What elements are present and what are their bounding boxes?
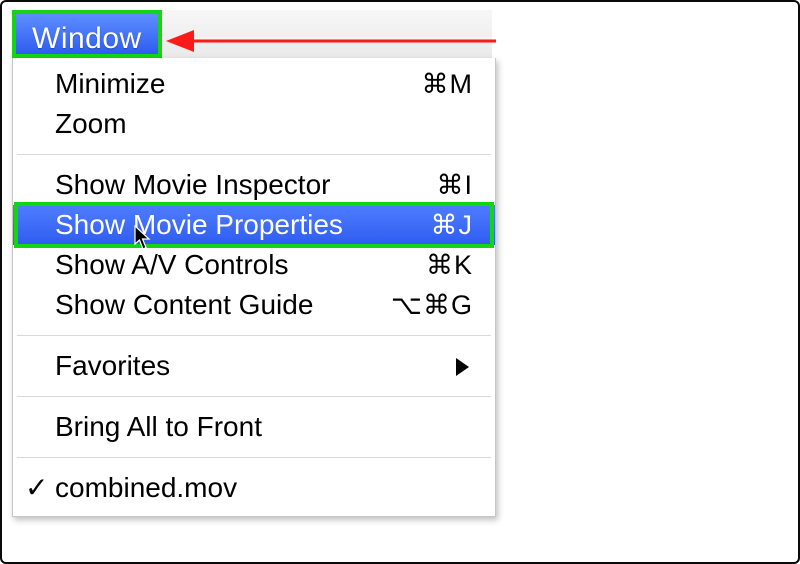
menu-item-label: Minimize [55,68,165,99]
checkmark-icon: ✓ [25,468,48,508]
menu-item-favorites[interactable]: Favorites [13,346,495,386]
menu-item-label: Bring All to Front [55,411,262,442]
menu-item-show-properties[interactable]: Show Movie Properties ⌘J [13,205,495,245]
menu-item-shortcut: ⌘M [422,64,474,104]
menu-item-show-inspector[interactable]: Show Movie Inspector ⌘I [13,165,495,205]
menu-title-label: Window [32,22,142,56]
menu-title-window[interactable]: Window [12,10,162,58]
menu-item-label: Show A/V Controls [55,249,288,280]
menu-item-label: Show Movie Inspector [55,169,330,200]
menu-separator [17,335,491,336]
menu-item-label: Show Movie Properties [55,209,343,240]
menu-item-label: Zoom [55,108,127,139]
menu-separator [17,457,491,458]
menu-item-zoom[interactable]: Zoom [13,104,495,144]
menu-item-show-av-controls[interactable]: Show A/V Controls ⌘K [13,245,495,285]
menu-item-minimize[interactable]: Minimize ⌘M [13,64,495,104]
window-menu-dropdown: Minimize ⌘M Zoom Show Movie Inspector ⌘I… [12,58,496,517]
menu-item-shortcut: ⌘K [426,245,473,285]
menu-item-label: Show Content Guide [55,289,313,320]
menu-item-window-combined-mov[interactable]: ✓ combined.mov [13,468,495,508]
menu-item-show-content-guide[interactable]: Show Content Guide ⌥⌘G [13,285,495,325]
menu-separator [17,154,491,155]
submenu-arrow-icon [456,358,469,376]
menu-item-shortcut: ⌘I [436,165,473,205]
menu-item-label: combined.mov [55,472,237,503]
menu-item-shortcut: ⌘J [431,205,474,245]
menu-separator [17,396,491,397]
menu-item-label: Favorites [55,350,170,381]
menu-item-bring-all-to-front[interactable]: Bring All to Front [13,407,495,447]
menu-item-shortcut: ⌥⌘G [391,285,473,325]
